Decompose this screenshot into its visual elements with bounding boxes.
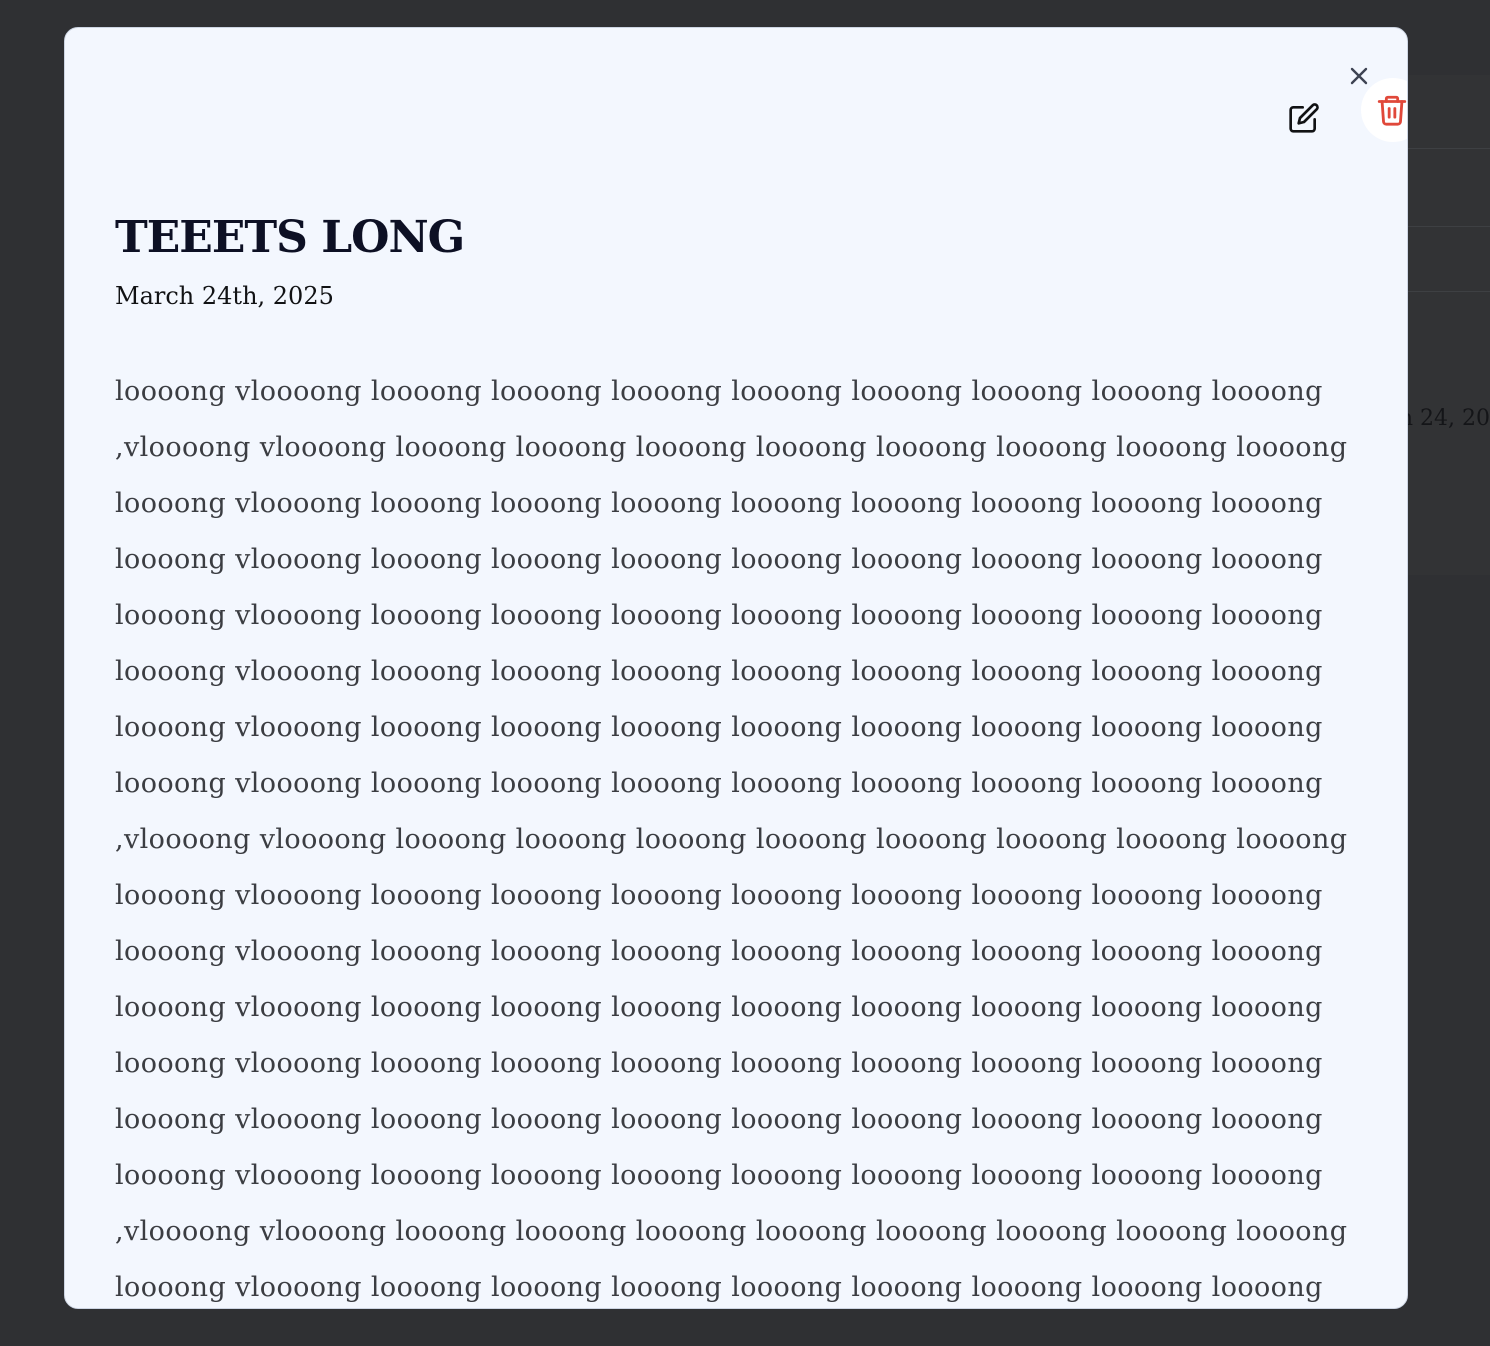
body-line: ,vloooong vloooong loooong loooong loooo… — [115, 432, 1348, 463]
body-line: ,vloooong vloooong loooong loooong loooo… — [115, 824, 1348, 855]
edit-button[interactable] — [1281, 98, 1327, 138]
note-modal: TEEETS LONG March 24th, 2025 loooong vlo… — [64, 27, 1408, 1309]
body-line: loooong vloooong loooong loooong loooong… — [115, 1160, 1323, 1191]
body-line: ,vloooong vloooong loooong loooong loooo… — [115, 1216, 1348, 1247]
body-line: loooong vloooong loooong loooong loooong… — [115, 488, 1323, 519]
body-line: loooong vloooong loooong loooong loooong… — [115, 544, 1323, 575]
body-line: loooong vloooong loooong loooong loooong… — [115, 656, 1323, 687]
body-line: loooong vloooong loooong loooong loooong… — [115, 936, 1323, 967]
note-title: TEEETS LONG — [115, 212, 465, 263]
body-line: loooong vloooong loooong loooong loooong… — [115, 880, 1323, 911]
note-body: loooong vloooong loooong loooong loooong… — [115, 364, 1395, 1308]
body-line: loooong vloooong loooong loooong loooong… — [115, 768, 1323, 799]
body-line: loooong vloooong loooong loooong loooong… — [115, 376, 1323, 407]
note-date: March 24th, 2025 — [115, 282, 334, 310]
trash-icon — [1377, 95, 1407, 126]
body-line: loooong vloooong loooong loooong loooong… — [115, 992, 1323, 1023]
background-divider — [1408, 148, 1490, 149]
background-divider — [1408, 291, 1490, 292]
body-line: loooong vloooong loooong loooong loooong… — [115, 1048, 1323, 1079]
close-icon — [1350, 67, 1368, 85]
edit-icon — [1289, 103, 1319, 133]
background-divider — [1408, 226, 1490, 227]
body-line: loooong vloooong loooong loooong loooong… — [115, 1272, 1323, 1303]
body-line: loooong vloooong loooong loooong loooong… — [115, 712, 1323, 743]
body-line: loooong vloooong loooong loooong loooong… — [115, 600, 1323, 631]
body-line: loooong vloooong loooong loooong loooong… — [115, 1104, 1323, 1135]
